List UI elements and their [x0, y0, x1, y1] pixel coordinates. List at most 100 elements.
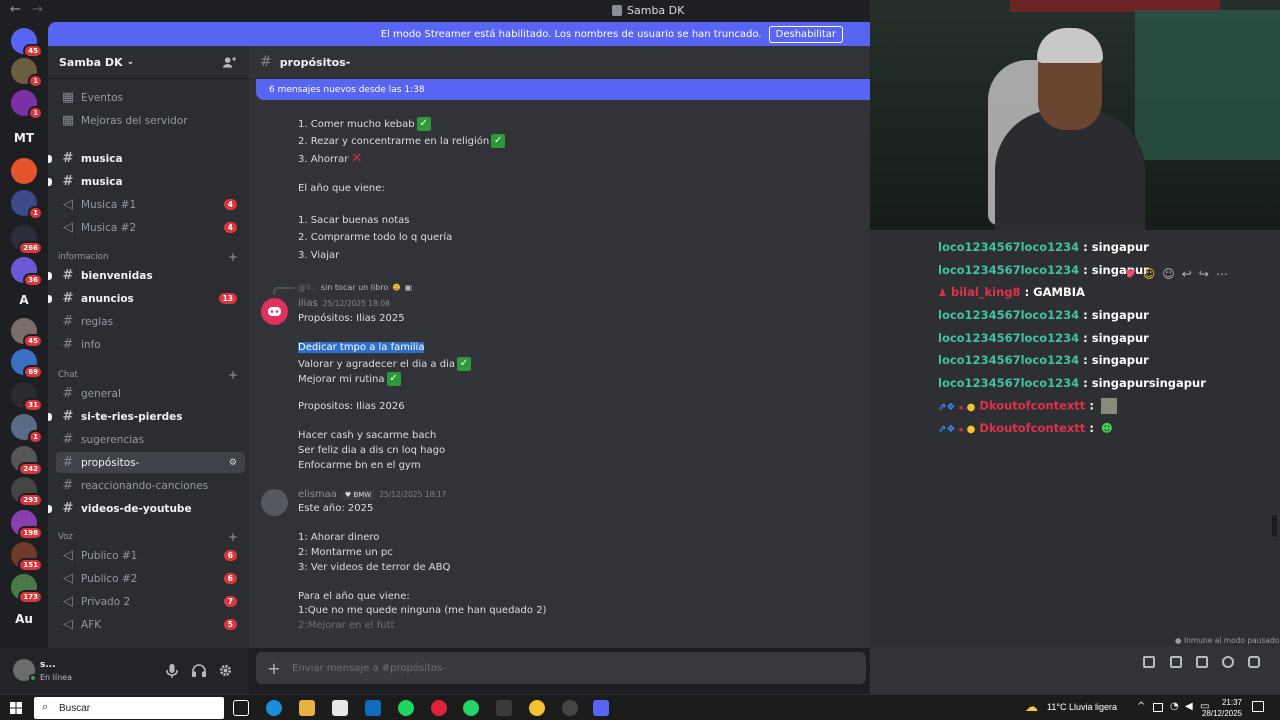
author-name[interactable]: ilias [298, 298, 318, 309]
server-icon-4[interactable] [11, 158, 37, 184]
chat-username[interactable]: loco1234567loco1234 [938, 376, 1079, 390]
server-icon-11[interactable]: 31 [11, 382, 43, 412]
chrome-icon[interactable] [529, 700, 545, 716]
server-icon-16[interactable]: 151 [11, 542, 43, 572]
file-explorer-icon[interactable] [299, 700, 315, 716]
forward-icon[interactable]: ↪ [1199, 267, 1209, 281]
server-icon-18[interactable]: Au [11, 606, 37, 632]
create-channel-icon[interactable]: + [228, 250, 238, 264]
server-icon-1[interactable]: 1 [11, 58, 43, 88]
scrollbar-thumb[interactable] [1272, 515, 1277, 537]
taskbar-search[interactable]: ⌕ Buscar [34, 697, 224, 719]
message-input[interactable]: Enviar mensaje a #propósitos- [292, 663, 446, 674]
author-name[interactable]: elismaa [298, 489, 337, 500]
settings-gear-icon[interactable] [219, 664, 232, 677]
more-options-icon[interactable]: ⋯ [1216, 267, 1228, 281]
network-icon[interactable]: ◔ [1170, 701, 1179, 712]
channel-si-te-ries-pierdes[interactable]: # si-te-ries-pierdes [48, 406, 245, 427]
server-icon-15[interactable]: 198 [11, 510, 43, 540]
heart-icon[interactable]: ♥ [1125, 267, 1136, 281]
chat-username[interactable]: Dkoutofcontextt [979, 421, 1085, 435]
reply-icon[interactable]: ↩ [1182, 267, 1192, 281]
chat-username[interactable]: loco1234567loco1234 [938, 331, 1079, 345]
back-arrow-icon[interactable]: ← [10, 2, 21, 17]
server-icon-7[interactable]: 36 [11, 257, 43, 287]
gift-icon[interactable] [1143, 656, 1155, 668]
channel-videos-de-youtube[interactable]: # videos-de-youtube [48, 498, 245, 519]
channel-mejoras-del-servidor[interactable]: ▦ Mejoras del servidor [56, 110, 245, 131]
server-icon-5[interactable]: 1 [11, 190, 43, 220]
taskbar-clock[interactable]: 21:37 28/12/2025 [1202, 697, 1242, 719]
channel-sugerencias[interactable]: # sugerencias [56, 429, 245, 450]
category-chat[interactable]: Chat + [58, 367, 243, 383]
headphones-icon[interactable] [192, 664, 206, 677]
channel-settings-icon[interactable]: ⚙ [229, 458, 237, 468]
apps-icon[interactable] [1248, 656, 1260, 668]
channel-prop-sitos-[interactable]: # propósitos- ⚙ [56, 452, 245, 473]
add-reaction-icon[interactable]: ☺ [1162, 267, 1175, 281]
channel-reglas[interactable]: # reglas [56, 311, 245, 332]
channel-musica[interactable]: # musica [48, 148, 245, 169]
chat-username[interactable]: Dkoutofcontextt [979, 399, 1085, 413]
channel-privado-2[interactable]: ◁ Privado 2 7 [56, 591, 245, 612]
steam-icon[interactable] [562, 700, 578, 716]
server-icon-12[interactable]: 1 [11, 414, 43, 444]
app-d-icon[interactable] [496, 700, 512, 716]
tray-chevron-icon[interactable]: ^ [1137, 701, 1145, 712]
server-icon-9[interactable]: 45 [11, 318, 43, 348]
channel-reaccionando-canciones[interactable]: # reaccionando-canciones [56, 475, 245, 496]
server-icon-6[interactable]: 266 [11, 225, 43, 255]
channel-musica-1[interactable]: ◁ Musica #1 4 [56, 194, 245, 215]
microphone-icon[interactable] [166, 664, 178, 678]
whatsapp-icon[interactable] [463, 700, 479, 716]
notification-icon[interactable] [1252, 701, 1264, 712]
chat-username[interactable]: bilal_king8 [951, 285, 1021, 299]
channel-bienvenidas[interactable]: # bienvenidas [48, 265, 245, 286]
new-messages-bar[interactable]: 6 mensajes nuevos desde las 1:38 [256, 79, 870, 100]
guild-tag[interactable]: ♥ BMW [341, 489, 375, 500]
reply-preview[interactable]: @Y... sin tocar un libro ☻ ▣ [298, 283, 412, 292]
channel-general[interactable]: # general [56, 383, 245, 404]
channel-eventos[interactable]: ▦ Eventos [56, 87, 245, 108]
channel-afk[interactable]: ◁ AFK 5 [56, 614, 245, 635]
chat-username[interactable]: loco1234567loco1234 [938, 353, 1079, 367]
create-channel-icon[interactable]: + [228, 530, 238, 544]
chat-username[interactable]: loco1234567loco1234 [938, 240, 1079, 254]
windows-start-icon[interactable] [10, 702, 22, 714]
task-view-icon[interactable] [233, 700, 249, 716]
channel-publico-2[interactable]: ◁ Publico #2 6 [56, 568, 245, 589]
channel-anuncios[interactable]: # anuncios 13 [48, 288, 245, 309]
volume-icon[interactable]: ◀ [1185, 701, 1193, 712]
server-icon-13[interactable]: 242 [11, 446, 43, 476]
server-icon-14[interactable]: 293 [11, 477, 43, 507]
message-composer[interactable]: + Enviar mensaje a #propósitos- [256, 652, 866, 684]
create-channel-icon[interactable]: + [228, 368, 238, 382]
opera-icon[interactable] [431, 700, 447, 716]
channel-info[interactable]: # info [56, 334, 245, 355]
spotify-icon[interactable] [398, 700, 414, 716]
forward-arrow-icon[interactable]: → [32, 2, 43, 17]
emoji-icon[interactable] [1222, 656, 1234, 668]
server-icon-17[interactable]: 173 [11, 574, 43, 604]
sticker-icon[interactable] [1196, 656, 1208, 668]
attach-plus-icon[interactable]: + [256, 659, 292, 678]
category-informacion[interactable]: informacion + [58, 249, 243, 265]
server-icon-0[interactable]: 45 [11, 28, 43, 58]
category-voz[interactable]: Voz + [58, 529, 243, 545]
channel-musica[interactable]: # musica [48, 171, 245, 192]
disable-streamer-button[interactable]: Deshabilitar [768, 25, 843, 43]
server-icon-3[interactable]: MT [11, 125, 37, 151]
discord-taskbar-icon[interactable] [593, 700, 609, 716]
weather-text[interactable]: 11°C Lluvia ligera [1047, 702, 1117, 712]
chat-username[interactable]: loco1234567loco1234 [938, 308, 1079, 322]
add-member-icon[interactable] [223, 56, 236, 68]
channel-publico-1[interactable]: ◁ Publico #1 6 [56, 545, 245, 566]
server-icon-8[interactable]: A [11, 287, 37, 313]
avatar[interactable] [261, 298, 288, 325]
gif-icon[interactable] [1170, 656, 1182, 668]
outlook-icon[interactable] [365, 700, 381, 716]
store-icon[interactable] [332, 700, 348, 716]
edge-icon[interactable] [266, 700, 282, 716]
grin-emoji-icon[interactable]: ☺ [1143, 267, 1156, 281]
server-icon-10[interactable]: 69 [11, 349, 43, 379]
